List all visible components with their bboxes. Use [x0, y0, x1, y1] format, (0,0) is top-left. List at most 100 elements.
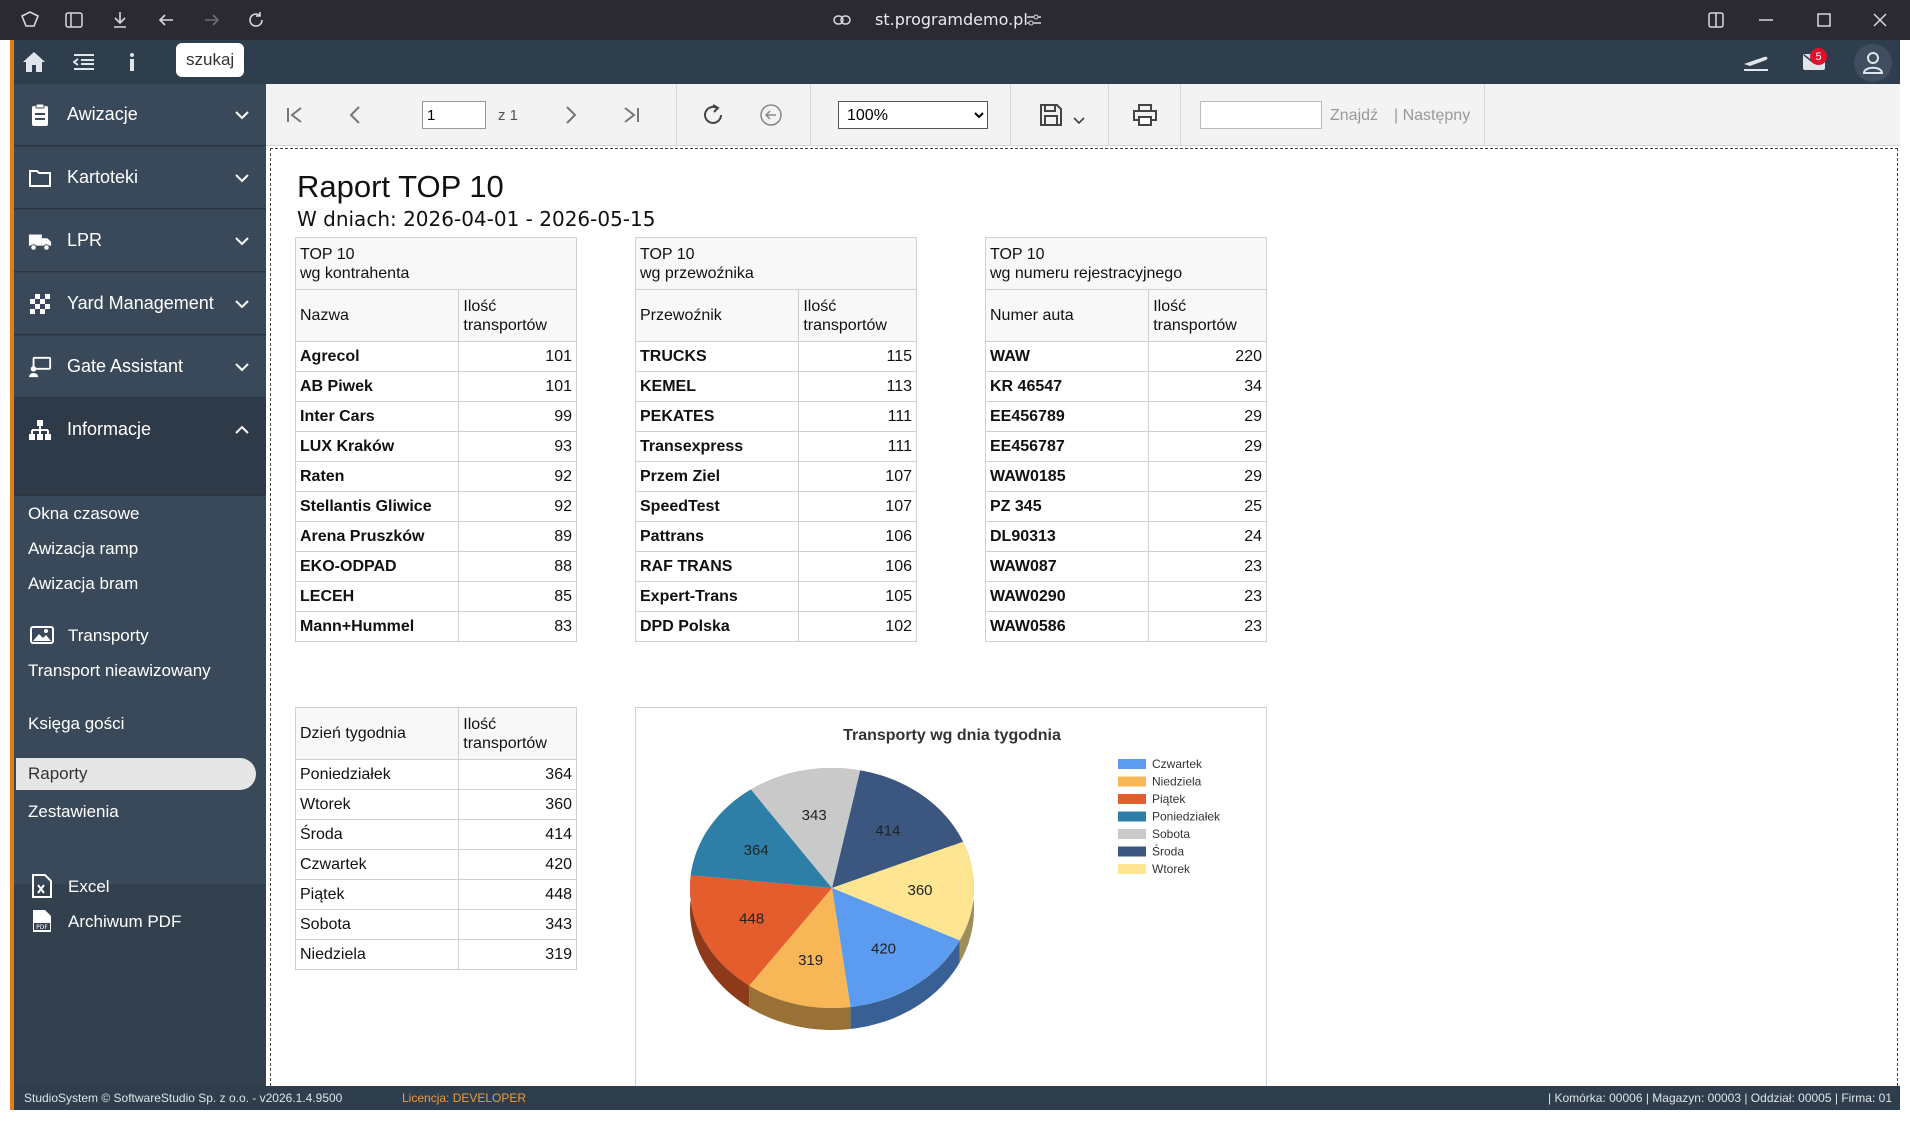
- search-button[interactable]: szukaj: [176, 43, 245, 77]
- cell-name: Mann+Hummel: [294, 611, 460, 642]
- cell-count: 92: [458, 491, 577, 522]
- sidebar-item-label: Yard Management: [67, 293, 214, 313]
- cell-count: 85: [458, 581, 577, 612]
- cell-name: PZ 345: [984, 491, 1150, 522]
- table-row: Niedziela 319: [294, 939, 577, 970]
- find-next-link[interactable]: | Następny: [1394, 107, 1470, 125]
- mail-icon[interactable]: 5: [1800, 48, 1828, 76]
- split-view-icon[interactable]: [1704, 8, 1728, 32]
- sidebar-item-label: Gate Assistant: [67, 356, 184, 376]
- refresh-icon[interactable]: [698, 100, 728, 130]
- legend-label: Czwartek: [1152, 757, 1203, 771]
- site-settings-icon[interactable]: [1022, 8, 1046, 32]
- print-icon[interactable]: [1130, 100, 1160, 130]
- submenu-okna-czasowe[interactable]: Okna czasowe: [28, 504, 140, 524]
- table-row: Arena Pruszków 89: [294, 521, 577, 552]
- table-body: Poniedziałek 364 Wtorek 360 Środa 414 Czwartek…: [294, 759, 577, 970]
- cell-count: 25: [1148, 491, 1267, 522]
- table-row: KEMEL 113: [634, 371, 917, 402]
- informacje-submenu: Okna czasowe Awizacja ramp Awizacja bram…: [14, 496, 266, 884]
- cell-count: 111: [798, 431, 917, 462]
- cell-count: 92: [458, 461, 577, 492]
- top-plates-table: TOP 10 wg numeru rejestracyjnego Numer au…: [984, 237, 1267, 642]
- url-text[interactable]: st.programdemo.pl: [875, 10, 1028, 29]
- user-avatar-icon[interactable]: [1854, 44, 1892, 82]
- table-row: Poniedziałek 364: [294, 759, 577, 790]
- status-bar: StudioSystem © SoftwareStudio Sp. z o.o.…: [14, 1086, 1900, 1110]
- next-page-icon[interactable]: [556, 100, 586, 130]
- submenu-transport-nieawizowany[interactable]: Transport nieawizowany: [28, 661, 211, 681]
- sidebar-archiwum-pdf[interactable]: Archiwum PDF: [68, 912, 181, 932]
- info-icon[interactable]: [118, 48, 146, 76]
- find-link[interactable]: Znajdź: [1330, 107, 1378, 125]
- submenu-awizacja-ramp[interactable]: Awizacja ramp: [28, 539, 138, 559]
- cell-name: Stellantis Gliwice: [294, 491, 460, 522]
- gate-assistant-icon: [28, 356, 52, 378]
- first-page-icon[interactable]: [280, 100, 310, 130]
- sidebar-item-informacje[interactable]: Informacje: [14, 399, 266, 496]
- legend-swatch: [1118, 794, 1146, 804]
- column-header: Ilość transportów: [798, 289, 917, 342]
- close-window-icon[interactable]: [1868, 8, 1892, 32]
- back-to-parent-icon[interactable]: [756, 100, 786, 130]
- svg-text:PDF: PDF: [36, 924, 48, 931]
- legend-label: Piątek: [1152, 792, 1186, 806]
- departure-icon[interactable]: [1742, 48, 1770, 76]
- legend-swatch: [1118, 811, 1146, 822]
- cell-name: DPD Polska: [634, 611, 800, 642]
- legend-label: Niedziela: [1152, 775, 1202, 789]
- toolbar-divider: [1484, 84, 1485, 146]
- cell-count: 23: [1148, 611, 1267, 642]
- sidebar-item-awizacje[interactable]: Awizacje: [14, 84, 266, 146]
- download-icon[interactable]: [108, 8, 132, 32]
- table-row: DL90313 24: [984, 521, 1267, 552]
- submenu-ksiega-gosci[interactable]: Księga gości: [28, 714, 124, 734]
- submenu-transporty[interactable]: Transporty: [68, 626, 149, 646]
- home-icon[interactable]: [20, 48, 48, 76]
- submenu-raporty[interactable]: Raporty: [16, 758, 256, 790]
- sidebar-item-yard-management[interactable]: Yard Management: [14, 273, 266, 335]
- sidebar-item-kartoteki[interactable]: Kartoteki: [14, 147, 266, 209]
- forward-icon[interactable]: [200, 8, 224, 32]
- submenu-zestawienia[interactable]: Zestawienia: [28, 802, 119, 822]
- last-page-icon[interactable]: [616, 100, 646, 130]
- weekday-pie-chart: Transporty wg dnia tygodnia 414 360 420 319…: [635, 707, 1267, 1086]
- chevron-down-icon[interactable]: [1064, 106, 1094, 136]
- table-row: PEKATES 111: [634, 401, 917, 432]
- page-number-input[interactable]: [422, 101, 486, 129]
- top-contractors-table: TOP 10 wg kontrahenta Nazwa Ilość transport…: [294, 237, 577, 642]
- cell-name: EE456787: [984, 431, 1150, 462]
- sidebar-item-lpr[interactable]: LPR: [14, 210, 266, 272]
- report-toolbar: z 1 100% Znajdź | Następny: [266, 84, 1900, 146]
- submenu-awizacja-bram[interactable]: Awizacja bram: [28, 574, 138, 594]
- browser-logo-icon[interactable]: [18, 8, 42, 32]
- cell-name: Pattrans: [634, 521, 800, 552]
- sidebar-item-label: Informacje: [67, 419, 152, 439]
- reload-icon[interactable]: [244, 8, 268, 32]
- back-icon[interactable]: [154, 8, 178, 32]
- save-icon[interactable]: [1036, 100, 1066, 130]
- cell-count: 83: [458, 611, 577, 642]
- pie-value-label: 319: [798, 952, 823, 969]
- legend-swatch: [1118, 759, 1146, 769]
- sidebar-item-label: LPR: [67, 230, 103, 250]
- cell-count: 106: [798, 521, 917, 552]
- cell-name: EKO-ODPAD: [294, 551, 460, 582]
- table-row: KR 46547 34: [984, 371, 1267, 402]
- previous-page-icon[interactable]: [340, 100, 370, 130]
- sidebar-toggle-icon[interactable]: [62, 8, 86, 32]
- collapse-menu-icon[interactable]: [70, 48, 98, 76]
- find-text-input[interactable]: [1200, 101, 1322, 129]
- table-row: Przem Ziel 107: [634, 461, 917, 492]
- sidebar-excel[interactable]: Excel: [68, 877, 110, 897]
- maximize-icon[interactable]: [1812, 8, 1836, 32]
- table-row: EE456789 29: [984, 401, 1267, 432]
- checkered-flag-icon: [30, 294, 50, 314]
- cell-name: LUX Kraków: [294, 431, 460, 462]
- minimize-icon[interactable]: [1754, 8, 1778, 32]
- cell-count: 101: [458, 341, 577, 372]
- zoom-select[interactable]: 100%: [838, 101, 988, 129]
- sidebar-item-gate-assistant[interactable]: Gate Assistant: [14, 336, 266, 398]
- sidebar-item-label: Kartoteki: [67, 167, 139, 187]
- cell-count: 319: [458, 939, 577, 970]
